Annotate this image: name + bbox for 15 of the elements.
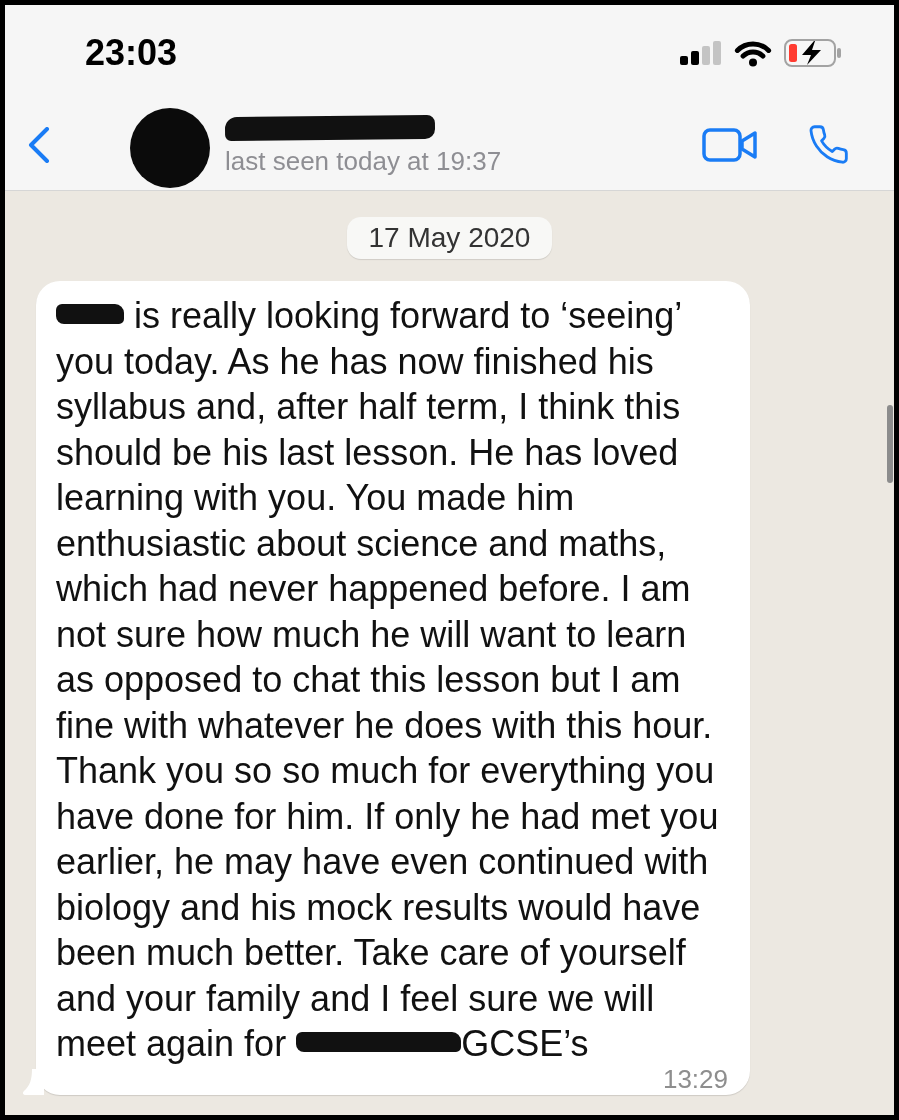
back-chevron-icon [28,127,50,163]
redacted-contact-name[interactable] [224,115,436,142]
redaction-mark [56,303,124,324]
video-call-button[interactable] [702,128,758,162]
video-camera-icon [702,128,758,162]
phone-icon [808,125,850,165]
status-time: 23:03 [85,34,178,71]
signal-icon [680,40,722,65]
message-time: 13:29 [662,1066,728,1091]
date-chip: 17 May 2020 [346,217,553,259]
wifi-icon [734,38,772,67]
message-text: is really looking forward to ‘seeing’ you today. As he has now finished his syllabus and, after half term, I think this should be his last lesson. He has loved learning with you. You made him enthusiastic about science and maths, which had never happened before. I am not sure how much he will want to learn as opposed to chat this lesson but I am fine with whatever he does with this hour. Thank you so so much for everything you have done for him. If only he had met you earlier, he may have even continued with biology and his mock results would have been much better. Take care of yourself and your family and I feel sure we will meet again for GCSE’s [56,294,720,1066]
last-seen-status: last seen today at 19:37 [225,146,502,178]
voice-call-button[interactable] [808,125,850,165]
back-button[interactable] [28,127,50,163]
